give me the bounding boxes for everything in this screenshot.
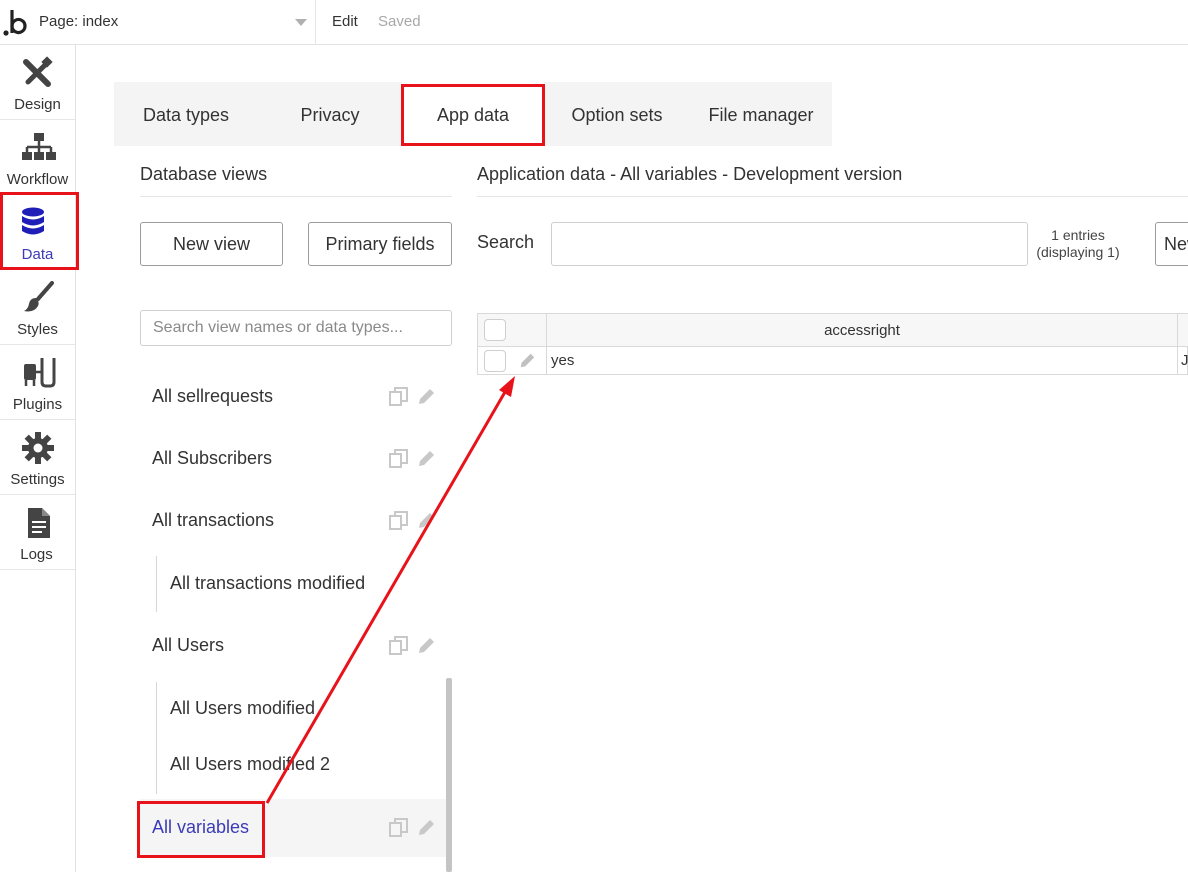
app-data-title: Application data - All variables - Devel… <box>477 164 903 184</box>
sidebar-item-label: Plugins <box>12 396 63 413</box>
view-item-label: All sellrequests <box>152 386 274 406</box>
table-cell[interactable]: yes <box>551 352 574 369</box>
entries-count-line: 1 entries <box>1051 227 1105 243</box>
page-selector[interactable]: Page: index <box>31 0 316 45</box>
view-item-sellrequests[interactable]: All sellrequests <box>140 368 446 426</box>
column-divider <box>546 314 547 375</box>
view-item-label: All Subscribers <box>152 448 273 468</box>
view-item-label: All Users modified 2 <box>170 754 331 774</box>
view-item-label: All Users modified <box>170 698 316 718</box>
view-item-users-modified[interactable]: All Users modified <box>140 680 446 738</box>
sidebar-item-workflow[interactable]: Workflow <box>0 120 75 195</box>
sidebar-item-data[interactable]: Data <box>0 195 75 270</box>
view-item-label: All Users <box>152 635 225 655</box>
data-table: accessright yes Ja <box>477 313 1188 375</box>
left-sidebar: Design Workflow Data Styles Plugins Sett… <box>0 45 76 872</box>
view-item-label: All transactions modified <box>170 573 366 593</box>
sidebar-item-label: Logs <box>20 546 53 563</box>
workflow-icon <box>22 133 56 160</box>
column-header-accessright[interactable]: accessright <box>547 322 1177 339</box>
primary-fields-button[interactable]: Primary fields <box>308 222 452 266</box>
brush-icon <box>24 281 54 312</box>
chevron-down-icon[interactable] <box>295 19 307 26</box>
copy-icon[interactable] <box>389 387 409 407</box>
divider <box>140 196 452 197</box>
view-search-input[interactable] <box>140 310 452 346</box>
data-tabs: Data types Privacy App data Option sets … <box>114 82 832 146</box>
row-checkbox[interactable] <box>484 350 506 372</box>
bubble-logo-icon[interactable] <box>2 6 30 38</box>
sidebar-item-label: Data <box>21 246 54 263</box>
plug-icon <box>24 358 56 388</box>
sidebar-item-settings[interactable]: Settings <box>0 420 75 495</box>
view-item-transactions-modified[interactable]: All transactions modified <box>140 555 446 613</box>
copy-icon[interactable] <box>389 449 409 469</box>
view-item-users[interactable]: All Users <box>140 617 446 675</box>
sidebar-item-label: Design <box>14 96 61 113</box>
new-entry-button[interactable]: New <box>1155 222 1188 266</box>
pencil-icon[interactable] <box>416 511 436 531</box>
sidebar-item-styles[interactable]: Styles <box>0 270 75 345</box>
entries-count: 1 entries (displaying 1) <box>1030 227 1126 261</box>
view-item-users-modified-2[interactable]: All Users modified 2 <box>140 736 446 794</box>
tab-file-manager[interactable]: File manager <box>690 82 832 146</box>
view-item-label: All variables <box>152 817 250 837</box>
select-all-checkbox[interactable] <box>484 319 506 341</box>
tab-app-data[interactable]: App data <box>402 82 544 146</box>
view-item-subscribers[interactable]: All Subscribers <box>140 430 446 488</box>
edit-menu[interactable]: Edit <box>332 13 358 30</box>
sidebar-item-design[interactable]: Design <box>0 45 75 120</box>
tab-privacy[interactable]: Privacy <box>258 82 402 146</box>
save-status: Saved <box>378 13 421 30</box>
tab-data-types[interactable]: Data types <box>114 82 258 146</box>
view-item-variables[interactable]: All variables <box>140 799 446 857</box>
table-cell[interactable]: Ja <box>1181 352 1188 369</box>
sidebar-item-label: Settings <box>10 471 65 488</box>
sidebar-item-logs[interactable]: Logs <box>0 495 75 570</box>
top-bar: Page: index Edit Saved <box>0 0 1188 45</box>
copy-icon[interactable] <box>389 818 409 838</box>
divider <box>477 196 1188 197</box>
view-item-transactions[interactable]: All transactions <box>140 492 446 550</box>
pencil-icon[interactable] <box>518 352 536 370</box>
tab-option-sets[interactable]: Option sets <box>544 82 690 146</box>
new-entry-button-label: New <box>1164 234 1188 254</box>
column-divider <box>1177 314 1178 375</box>
pencil-icon[interactable] <box>416 387 436 407</box>
views-scrollbar[interactable] <box>446 678 452 872</box>
page-selector-label: Page: index <box>39 13 119 30</box>
search-label: Search <box>477 232 535 252</box>
copy-icon[interactable] <box>389 636 409 656</box>
gear-icon <box>22 432 54 464</box>
entries-displaying-line: (displaying 1) <box>1036 244 1120 260</box>
pencil-icon[interactable] <box>416 636 436 656</box>
pencil-icon[interactable] <box>416 449 436 469</box>
sidebar-item-label: Styles <box>17 321 58 338</box>
copy-icon[interactable] <box>389 511 409 531</box>
pencil-icon[interactable] <box>416 818 436 838</box>
view-item-label: All transactions <box>152 510 275 530</box>
search-input[interactable] <box>551 222 1028 266</box>
sidebar-item-label: Workflow <box>6 171 69 188</box>
database-icon <box>22 207 44 235</box>
design-icon <box>23 56 53 87</box>
table-header: accessright <box>478 314 1188 347</box>
sidebar-item-plugins[interactable]: Plugins <box>0 345 75 420</box>
new-view-button[interactable]: New view <box>140 222 283 266</box>
document-icon <box>28 508 50 538</box>
database-views-title: Database views <box>140 164 268 184</box>
